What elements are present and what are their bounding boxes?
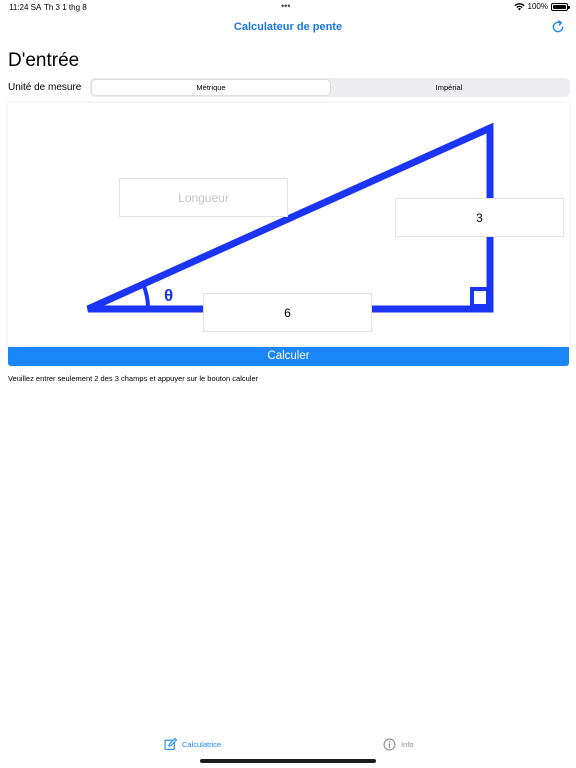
instructions-text: Veuillez entrer seulement 2 des 3 champs…: [8, 374, 259, 383]
status-bar: 11:24 SA Th 3 1 thg 8 ••• 100%: [0, 0, 576, 14]
unit-segmented-control: Métrique Impérial: [90, 78, 570, 97]
info-icon: [383, 738, 396, 751]
tab-bar: Calculatrice Info: [0, 734, 576, 758]
battery-icon: [551, 2, 570, 11]
calculate-button[interactable]: Calculer: [8, 347, 569, 366]
multitasking-dots[interactable]: •••: [281, 1, 290, 11]
tab-calculator[interactable]: Calculatrice: [164, 738, 221, 751]
right-angle-marker: [470, 287, 490, 308]
home-indicator: [200, 759, 376, 763]
height-input[interactable]: [395, 198, 564, 237]
status-indicators: 100%: [514, 2, 570, 11]
segment-metric[interactable]: Métrique: [92, 80, 330, 95]
nav-title: Calculateur de pente: [233, 21, 343, 33]
page-title: D'entrée: [8, 50, 80, 71]
tab-calculator-label: Calculatrice: [182, 740, 222, 749]
tab-info[interactable]: Info: [383, 738, 414, 751]
status-time: 11:24 SA: [9, 3, 42, 12]
tab-info-label: Info: [401, 740, 414, 749]
angle-symbol: θ: [164, 286, 173, 305]
angle-arc: [141, 283, 151, 310]
wifi-icon: [514, 2, 525, 10]
status-date: Th 3 1 thg 8: [44, 3, 87, 12]
length-input[interactable]: [119, 178, 288, 217]
battery-percent: 100%: [527, 2, 548, 11]
edit-icon: [164, 738, 177, 750]
segment-imperial[interactable]: Impérial: [330, 80, 568, 95]
refresh-icon[interactable]: [550, 19, 566, 35]
diagram-card: θ: [8, 103, 569, 347]
unit-label: Unité de mesure: [8, 82, 82, 93]
base-input[interactable]: [203, 293, 372, 332]
